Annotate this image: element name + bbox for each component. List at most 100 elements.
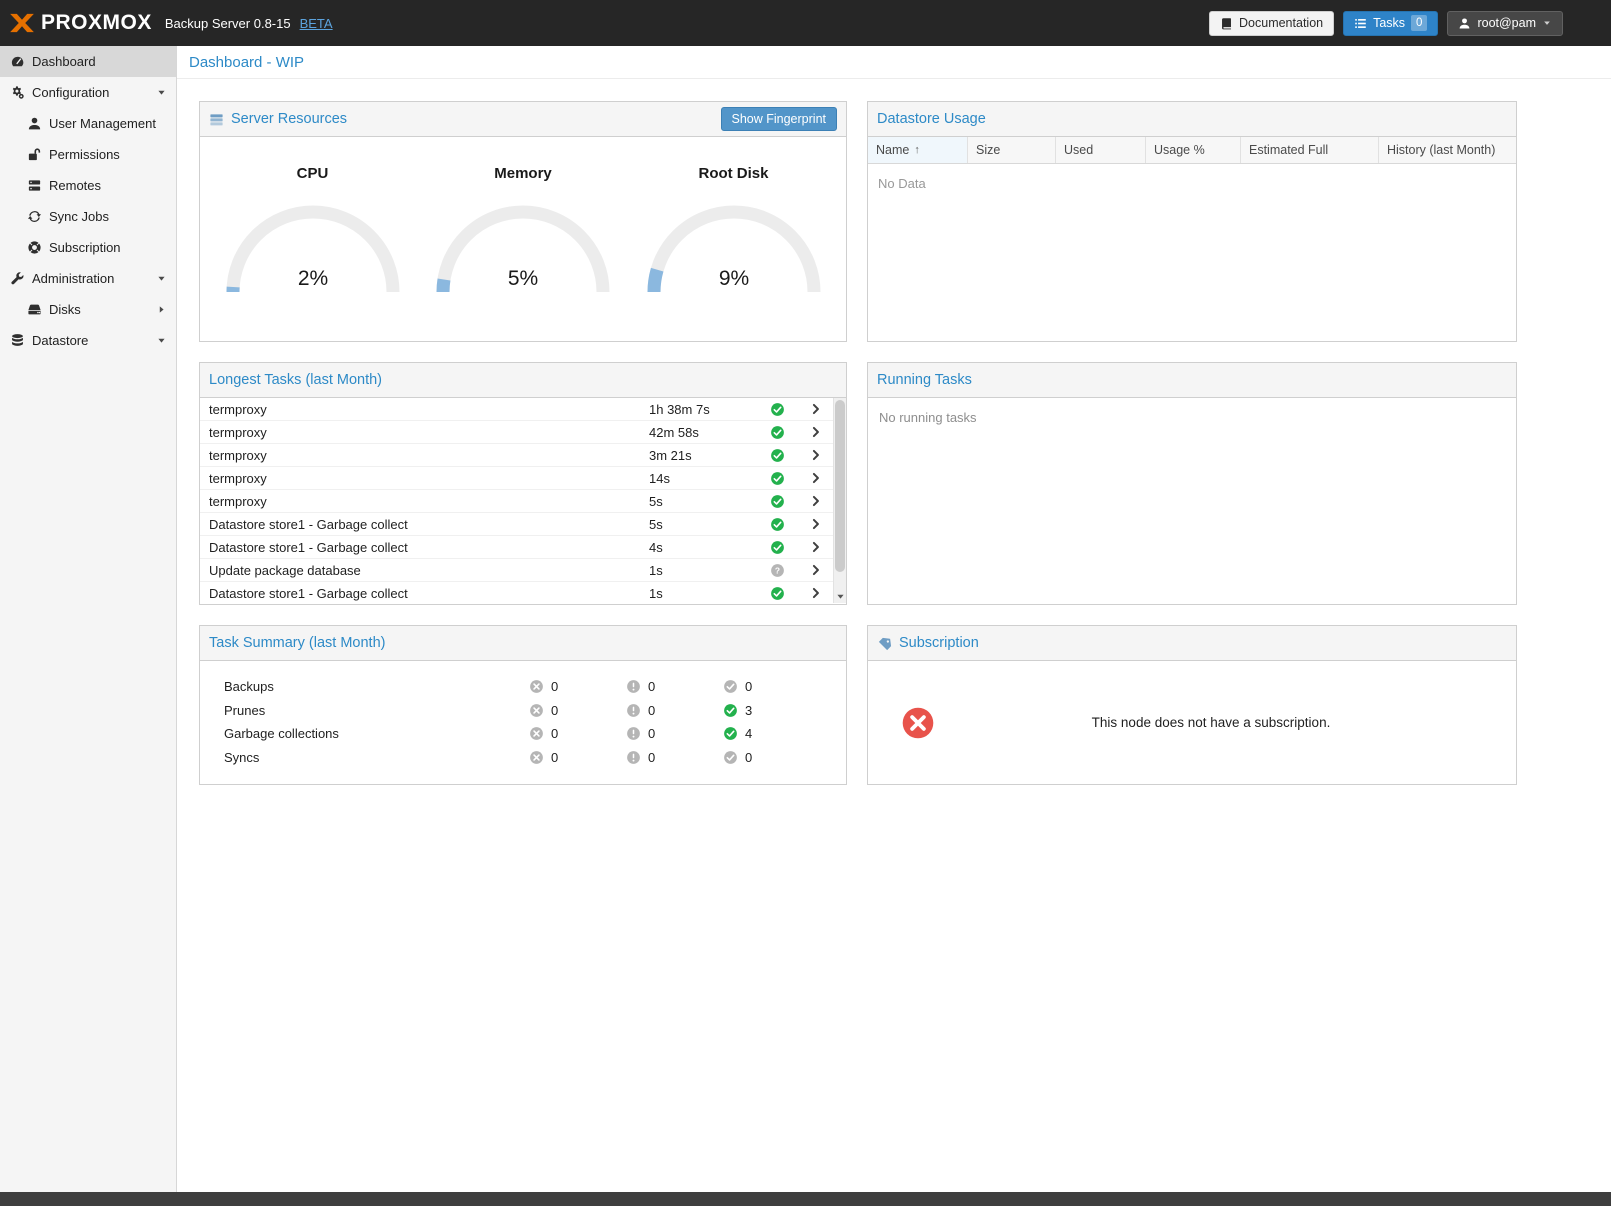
column-header-size[interactable]: Size [968, 137, 1056, 163]
task-row[interactable]: termproxy1h 38m 7s [200, 398, 833, 421]
task-row[interactable]: termproxy3m 21s [200, 444, 833, 467]
gauge-cpu: CPU2% [215, 165, 411, 305]
task-duration: 1s [649, 563, 755, 578]
book-icon [1220, 17, 1233, 30]
task-row[interactable]: termproxy5s [200, 490, 833, 513]
user-menu-button[interactable]: root@pam [1447, 11, 1563, 36]
task-row[interactable]: Datastore store1 - Garbage collect5s [200, 513, 833, 536]
sidebar-item-administration[interactable]: Administration [0, 263, 176, 294]
task-row[interactable]: Update package database1s? [200, 559, 833, 582]
documentation-button[interactable]: Documentation [1209, 11, 1334, 36]
task-name: termproxy [200, 425, 649, 440]
column-label: Usage % [1154, 143, 1205, 157]
sidebar: Dashboard ConfigurationUser ManagementPer… [0, 46, 177, 1192]
remotes-icon [27, 178, 42, 193]
task-summary-row: Backups000 [200, 675, 846, 699]
task-row[interactable]: termproxy42m 58s [200, 421, 833, 444]
error-count: 0 [529, 703, 626, 718]
longest-tasks-list: termproxy1h 38m 7stermproxy42m 58stermpr… [200, 398, 846, 603]
subscription-body: This node does not have a subscription. [868, 661, 1516, 784]
ok-count: 0 [723, 679, 820, 694]
ok-count-value: 0 [745, 750, 752, 765]
panel-title: Subscription [899, 635, 979, 651]
bottom-bar [0, 1192, 1611, 1206]
column-header-history-last-month[interactable]: History (last Month) [1379, 137, 1516, 163]
task-summary-row: Prunes003 [200, 699, 846, 723]
column-header-usage[interactable]: Usage % [1146, 137, 1241, 163]
longest-tasks-rows: termproxy1h 38m 7stermproxy42m 58stermpr… [200, 398, 833, 603]
scrollbar-down-arrow-icon[interactable] [835, 591, 846, 602]
tachometer-icon [10, 54, 25, 69]
chevron-right-icon[interactable] [810, 518, 822, 530]
chevron-right-icon[interactable] [810, 472, 822, 484]
caret-down-icon[interactable] [156, 273, 167, 284]
caret-down-icon[interactable] [156, 335, 167, 346]
gauge-value: 5% [508, 267, 538, 290]
tasks-button[interactable]: Tasks 0 [1343, 11, 1438, 36]
longest-tasks-header: Longest Tasks (last Month) [200, 363, 846, 398]
status-unknown-icon: ? [770, 563, 785, 578]
show-fingerprint-button[interactable]: Show Fingerprint [721, 107, 838, 131]
sidebar-item-sync-jobs[interactable]: Sync Jobs [0, 201, 176, 232]
task-summary-label: Prunes [200, 703, 529, 718]
warning-icon [626, 726, 641, 741]
server-resources-icon [209, 112, 224, 127]
chevron-right-icon[interactable] [810, 495, 822, 507]
column-header-used[interactable]: Used [1056, 137, 1146, 163]
chevron-right-icon[interactable] [810, 541, 822, 553]
caret-down-icon[interactable] [156, 87, 167, 98]
task-name: termproxy [200, 471, 649, 486]
column-header-name[interactable]: Name↑ [868, 137, 968, 163]
task-name: termproxy [200, 402, 649, 417]
tasks-count-badge: 0 [1411, 15, 1427, 31]
sidebar-item-dashboard[interactable]: Dashboard [0, 46, 176, 77]
chevron-right-icon[interactable] [810, 564, 822, 576]
chevron-right-icon[interactable] [810, 426, 822, 438]
panel-title: Server Resources [231, 111, 347, 127]
task-name: Update package database [200, 563, 649, 578]
caret-right-icon[interactable] [156, 304, 167, 315]
ok-count-value: 3 [745, 703, 752, 718]
datastore-table-header: Name↑SizeUsed Usage % Estimated FullHistor… [868, 137, 1516, 164]
scrollbar[interactable] [833, 398, 846, 603]
running-tasks-header: Running Tasks [868, 363, 1516, 398]
ok-icon [723, 679, 738, 694]
page-title: Dashboard - WIP [177, 46, 1611, 79]
hdd-icon [27, 302, 42, 317]
sidebar-item-remotes[interactable]: Remotes [0, 170, 176, 201]
beta-link[interactable]: BETA [300, 16, 333, 31]
chevron-right-icon[interactable] [810, 587, 822, 599]
task-summary-panel: Task Summary (last Month) Backups000Prun… [199, 625, 847, 785]
task-duration: 14s [649, 471, 755, 486]
error-count-value: 0 [551, 679, 558, 694]
gauge-label: Memory [425, 165, 621, 182]
status-ok-icon [770, 540, 785, 555]
database-icon [10, 333, 25, 348]
sidebar-item-subscription[interactable]: Subscription [0, 232, 176, 263]
task-summary-row: Syncs000 [200, 746, 846, 770]
error-icon [529, 703, 544, 718]
task-name: Datastore store1 - Garbage collect [200, 540, 649, 555]
sidebar-item-label: Dashboard [32, 54, 96, 69]
chevron-right-icon[interactable] [810, 403, 822, 415]
sidebar-item-user-management[interactable]: User Management [0, 108, 176, 139]
task-row[interactable]: Datastore store1 - Garbage collect4s [200, 536, 833, 559]
sidebar-item-disks[interactable]: Disks [0, 294, 176, 325]
status-ok-icon [770, 471, 785, 486]
status-ok-icon [770, 586, 785, 601]
sidebar-item-label: Sync Jobs [49, 209, 109, 224]
gauge-label: Root Disk [636, 165, 832, 182]
task-row[interactable]: termproxy14s [200, 467, 833, 490]
proxmox-logo-text: PROXMOX [41, 11, 152, 35]
sidebar-item-datastore[interactable]: Datastore [0, 325, 176, 356]
column-header-estimated-full[interactable]: Estimated Full [1241, 137, 1379, 163]
sidebar-item-configuration[interactable]: Configuration [0, 77, 176, 108]
error-count: 0 [529, 726, 626, 741]
scrollbar-thumb[interactable] [835, 400, 845, 572]
sidebar-item-permissions[interactable]: Permissions [0, 139, 176, 170]
task-row[interactable]: Datastore store1 - Garbage collect1s [200, 582, 833, 603]
chevron-right-icon[interactable] [810, 449, 822, 461]
warning-icon [626, 679, 641, 694]
app-version-label: Backup Server 0.8-15 [165, 16, 291, 31]
gauge-arc: 5% [428, 196, 618, 300]
